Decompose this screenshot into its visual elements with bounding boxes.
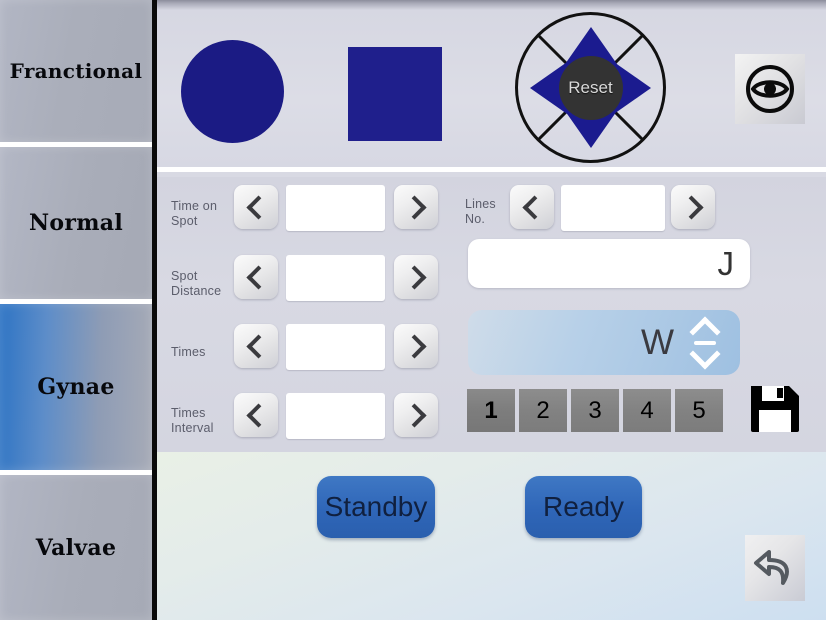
sidebar-item-label: Franctional	[9, 59, 143, 83]
times-label: Times	[171, 345, 206, 360]
lines-no-input[interactable]	[561, 185, 665, 231]
times-interval-decrement-button[interactable]	[234, 393, 278, 437]
power-input[interactable]: W	[468, 310, 740, 375]
circle-shape-indicator[interactable]	[181, 40, 284, 143]
times-input[interactable]	[286, 324, 385, 370]
standby-button[interactable]: Standby	[317, 476, 435, 538]
time-on-spot-input[interactable]	[286, 185, 385, 231]
sidebar-item-normal[interactable]: Normal	[0, 147, 152, 299]
label-line-2: Spot	[171, 214, 198, 228]
chevron-right-icon	[401, 402, 427, 428]
preset-label: 3	[588, 396, 602, 424]
parameter-panel: Time on Spot Spot Distance Times Times I…	[157, 177, 826, 452]
preset-button-2[interactable]: 2	[519, 389, 567, 432]
label-line-1: Spot	[171, 269, 198, 283]
save-button[interactable]	[745, 379, 805, 439]
label-line-1: Times	[171, 345, 206, 359]
ready-button[interactable]: Ready	[525, 476, 642, 538]
power-unit-label: W	[640, 322, 674, 362]
sidebar-item-label: Normal	[28, 210, 124, 236]
preset-button-5[interactable]: 5	[675, 389, 723, 432]
chevron-left-icon	[245, 402, 271, 428]
label-line-1: Times	[171, 406, 206, 420]
times-interval-increment-button[interactable]	[394, 393, 438, 437]
spot-distance-decrement-button[interactable]	[234, 255, 278, 299]
preset-button-3[interactable]: 3	[571, 389, 619, 432]
energy-unit-label: J	[717, 244, 735, 282]
spot-distance-increment-button[interactable]	[394, 255, 438, 299]
sidebar-item-label: Gynae	[37, 374, 115, 400]
power-stepper[interactable]	[686, 315, 726, 371]
action-panel: Standby Ready	[157, 452, 826, 620]
lines-no-increment-button[interactable]	[671, 185, 715, 229]
chevron-right-icon	[678, 194, 704, 220]
reset-button-label: Reset	[568, 77, 613, 97]
direction-pad: Reset	[513, 10, 668, 165]
label-line-2: Distance	[171, 284, 222, 298]
time-on-spot-increment-button[interactable]	[394, 185, 438, 229]
mode-sidebar: Franctional Normal Gynae Valvae	[0, 0, 152, 620]
label-line-2: No.	[465, 212, 486, 226]
energy-input[interactable]: J	[468, 239, 750, 288]
back-button[interactable]	[745, 535, 805, 601]
chevron-left-icon	[245, 333, 271, 359]
eye-icon	[746, 65, 794, 113]
time-on-spot-label: Time on Spot	[171, 199, 217, 229]
chevron-right-icon	[401, 264, 427, 290]
reset-button[interactable]: Reset	[558, 55, 623, 120]
standby-button-label: Standby	[324, 491, 428, 522]
save-disk-icon	[751, 386, 799, 432]
time-on-spot-decrement-button[interactable]	[234, 185, 278, 229]
lines-no-label: Lines No.	[465, 197, 496, 227]
label-line-2: Interval	[171, 421, 214, 435]
preset-button-1[interactable]: 1	[467, 389, 515, 432]
spot-distance-input[interactable]	[286, 255, 385, 301]
sidebar-item-franctional[interactable]: Franctional	[0, 0, 152, 142]
preset-label: 1	[484, 396, 498, 424]
application-window: Franctional Normal Gynae Valvae Reset Ti…	[0, 0, 826, 620]
sidebar-item-gynae[interactable]: Gynae	[0, 304, 152, 470]
sidebar-item-label: Valvae	[35, 534, 117, 561]
chevron-left-icon	[245, 194, 271, 220]
times-interval-label: Times Interval	[171, 406, 214, 436]
lines-no-decrement-button[interactable]	[510, 185, 554, 229]
chevron-left-icon	[245, 264, 271, 290]
times-interval-input[interactable]	[286, 393, 385, 439]
chevron-left-icon	[521, 194, 547, 220]
preset-label: 2	[536, 396, 550, 424]
preset-button-4[interactable]: 4	[623, 389, 671, 432]
square-shape-indicator[interactable]	[348, 47, 442, 141]
pattern-preview-panel: Reset	[157, 0, 826, 172]
main-content: Reset Time on Spot Spot Distance Times T…	[157, 0, 826, 620]
preset-label: 5	[692, 396, 706, 424]
ready-button-label: Ready	[543, 491, 624, 522]
preset-button-group: 1 2 3 4 5	[467, 389, 723, 432]
label-line-1: Lines	[465, 197, 496, 211]
undo-arrow-icon	[754, 550, 789, 585]
times-decrement-button[interactable]	[234, 324, 278, 368]
preview-eye-button[interactable]	[735, 54, 805, 124]
chevron-right-icon	[401, 194, 427, 220]
preset-label: 4	[640, 396, 654, 424]
spot-distance-label: Spot Distance	[171, 269, 221, 299]
label-line-1: Time on	[171, 199, 218, 213]
times-increment-button[interactable]	[394, 324, 438, 368]
sidebar-item-valvae[interactable]: Valvae	[0, 475, 152, 620]
chevron-right-icon	[401, 333, 427, 359]
